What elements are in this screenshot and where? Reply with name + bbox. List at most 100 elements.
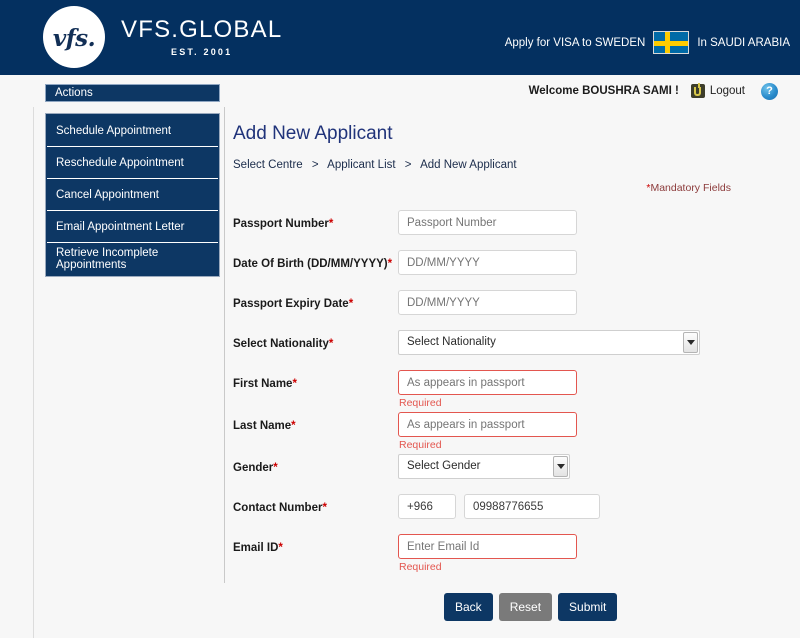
application-page: vfs. VFS.GLOBAL EST. 2001 Apply for VISA… [0, 0, 800, 638]
sidebar: Actions Schedule Appointment Reschedule … [45, 84, 220, 277]
required-asterisk: * [387, 258, 393, 270]
breadcrumb-item-add-new-applicant: Add New Applicant [420, 159, 517, 171]
sidebar-item-label: Cancel Appointment [56, 188, 159, 201]
gender-select[interactable]: Select Gender [398, 454, 570, 479]
sidebar-title: Actions [55, 87, 93, 99]
required-asterisk: * [292, 378, 297, 390]
country-code-input[interactable] [398, 494, 456, 519]
control-date-of-birth [398, 247, 789, 275]
label-text: Passport Expiry Date [233, 298, 349, 310]
sidebar-header-actions: Actions [45, 84, 220, 102]
label-text: First Name [233, 378, 293, 390]
last-name-error: Required [399, 439, 442, 451]
page-title: Add New Applicant [233, 123, 393, 144]
vfs-logo-icon: vfs. [52, 24, 96, 52]
label-gender: Gender* [231, 451, 398, 474]
date-of-birth-input[interactable] [398, 250, 577, 275]
site-header: vfs. VFS.GLOBAL EST. 2001 Apply for VISA… [0, 0, 800, 75]
field-row-passport-expiry-date: Passport Expiry Date* [231, 287, 789, 327]
label-text: Passport Number [233, 218, 329, 230]
chevron-down-icon[interactable] [683, 332, 698, 353]
back-button[interactable]: Back [444, 593, 493, 621]
required-asterisk: * [328, 218, 334, 230]
label-text: Contact Number [233, 502, 323, 514]
sweden-flag-icon [653, 31, 690, 54]
form-actions: Back Reset Submit [231, 593, 789, 621]
logout-button[interactable]: Logout [690, 82, 745, 98]
label-contact-number: Contact Number* [231, 491, 398, 514]
apply-prefix-text: Apply for VISA to SWEDEN [504, 36, 646, 49]
field-row-first-name: First Name* Required [231, 367, 789, 409]
field-row-select-nationality: Select Nationality* Select Nationality [231, 327, 789, 367]
sidebar-item-reschedule-appointment[interactable]: Reschedule Appointment [47, 147, 218, 179]
required-asterisk: * [348, 298, 354, 310]
add-applicant-form: Passport Number* Date Of Birth (DD/MM/YY… [231, 207, 789, 621]
brand-established: EST. 2001 [171, 47, 233, 58]
label-text: Select Nationality [233, 338, 329, 350]
required-asterisk: * [328, 338, 334, 350]
field-row-contact-number: Contact Number* [231, 491, 789, 531]
control-contact-number [398, 491, 789, 519]
control-last-name: Required [398, 409, 789, 451]
breadcrumb-item-select-centre[interactable]: Select Centre [233, 159, 303, 171]
sidebar-item-retrieve-incomplete-appointments[interactable]: Retrieve Incomplete Appointments [47, 243, 218, 275]
help-question-icon[interactable]: ? [761, 82, 778, 100]
control-gender: Select Gender [398, 451, 789, 479]
label-first-name: First Name* [231, 367, 398, 390]
apply-for-visa-banner: Apply for VISA to SWEDEN In SAUDI ARABIA [505, 31, 790, 54]
sidebar-item-label: Schedule Appointment [56, 124, 172, 137]
label-email-id: Email ID* [231, 531, 398, 554]
first-name-error: Required [399, 397, 442, 409]
vfs-logo-circle: vfs. [43, 6, 105, 68]
reset-button[interactable]: Reset [498, 593, 553, 621]
passport-number-input[interactable] [398, 210, 577, 235]
field-row-date-of-birth: Date Of Birth (DD/MM/YYYY)* [231, 247, 789, 287]
apply-suffix-text: In SAUDI ARABIA [697, 36, 790, 49]
sidebar-item-label: Reschedule Appointment [56, 156, 184, 169]
mandatory-fields-note: *Mandatory Fields [231, 182, 731, 194]
field-row-passport-number: Passport Number* [231, 207, 789, 247]
mandatory-fields-label: Mandatory Fields [650, 182, 731, 194]
field-row-gender: Gender* Select Gender [231, 451, 789, 491]
brand-logo[interactable]: vfs. VFS.GLOBAL EST. 2001 [43, 6, 282, 68]
welcome-message: Welcome BOUSHRA SAMI ! [528, 85, 679, 97]
label-passport-number: Passport Number* [231, 207, 398, 230]
nationality-selected-value: Select Nationality [407, 336, 496, 348]
last-name-input[interactable] [398, 412, 577, 437]
content-frame: Actions Schedule Appointment Reschedule … [33, 84, 790, 638]
required-asterisk: * [273, 462, 278, 474]
required-asterisk: * [278, 542, 283, 554]
sidebar-item-label: Retrieve Incomplete Appointments [56, 247, 159, 271]
control-passport-expiry-date [398, 287, 789, 315]
column-divider [224, 107, 225, 583]
gender-selected-value: Select Gender [407, 460, 481, 472]
nationality-select[interactable]: Select Nationality [398, 330, 700, 355]
label-text: Email ID [233, 542, 279, 554]
required-asterisk: * [291, 420, 296, 432]
label-text: Gender [233, 462, 274, 474]
sidebar-item-schedule-appointment[interactable]: Schedule Appointment [47, 115, 218, 147]
control-passport-number [398, 207, 789, 235]
breadcrumb-item-applicant-list[interactable]: Applicant List [327, 159, 395, 171]
breadcrumb: Select Centre > Applicant List > Add New… [233, 159, 789, 171]
label-text: Last Name [233, 420, 292, 432]
breadcrumb-separator: > [404, 159, 412, 171]
main-panel: Add New Applicant Select Centre > Applic… [231, 107, 789, 621]
sidebar-menu: Schedule Appointment Reschedule Appointm… [45, 113, 220, 277]
contact-number-input[interactable] [464, 494, 600, 519]
sidebar-item-label: Email Appointment Letter [56, 220, 185, 233]
brand-name: VFS.GLOBAL [121, 15, 283, 43]
first-name-input[interactable] [398, 370, 577, 395]
control-select-nationality: Select Nationality [398, 327, 789, 355]
passport-expiry-date-input[interactable] [398, 290, 577, 315]
brand-text-block: VFS.GLOBAL EST. 2001 [121, 17, 282, 57]
sidebar-item-email-appointment-letter[interactable]: Email Appointment Letter [47, 211, 218, 243]
label-select-nationality: Select Nationality* [231, 327, 398, 350]
sidebar-item-cancel-appointment[interactable]: Cancel Appointment [47, 179, 218, 211]
submit-button[interactable]: Submit [558, 593, 618, 621]
email-id-input[interactable] [398, 534, 577, 559]
required-asterisk: * [322, 502, 327, 514]
chevron-down-icon[interactable] [553, 456, 568, 477]
email-id-error: Required [399, 561, 442, 573]
label-text: Date Of Birth (DD/MM/YYYY) [233, 258, 388, 270]
